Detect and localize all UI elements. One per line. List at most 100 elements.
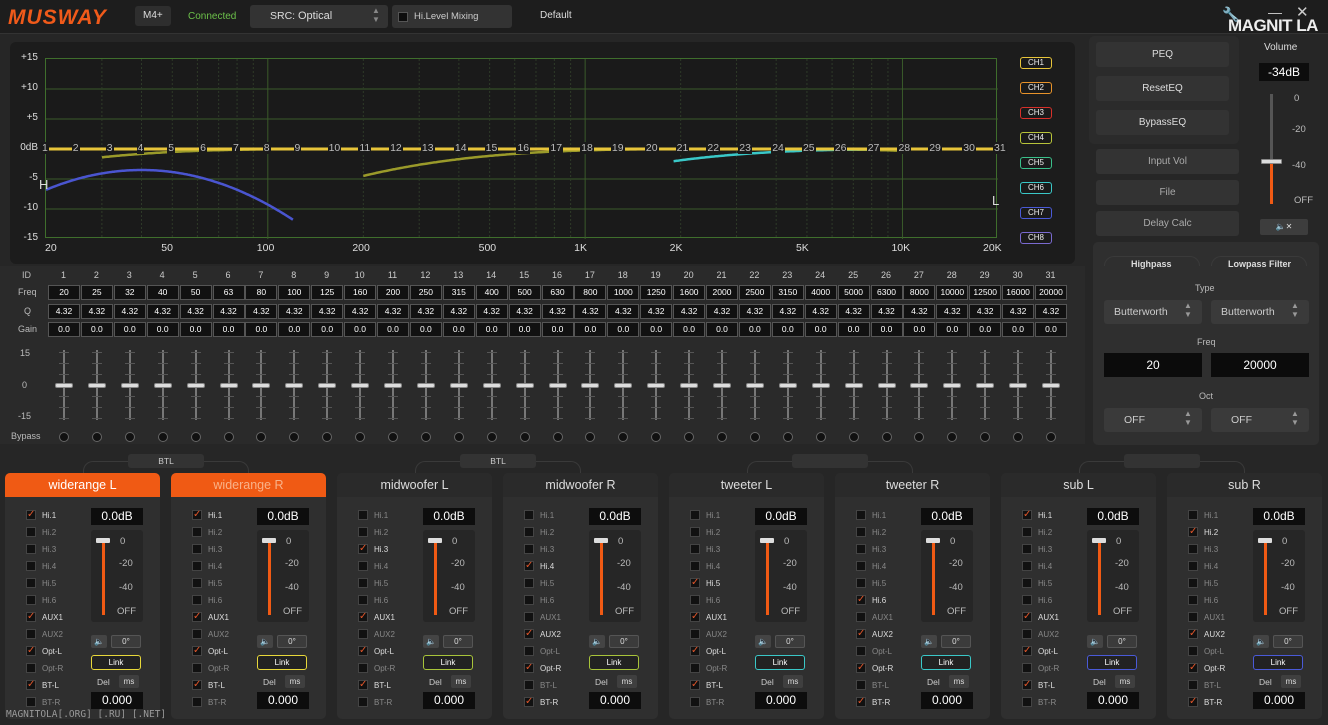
band-marker[interactable]: 10 <box>327 142 342 154</box>
band-q-input[interactable]: 4.32 <box>903 304 936 319</box>
fader-knob[interactable] <box>1042 383 1060 388</box>
input-mix-checkbox[interactable]: ✓ <box>856 629 866 639</box>
channel-toggle-ch7[interactable]: CH7 <box>1020 207 1052 219</box>
band-gain-fader[interactable] <box>246 350 276 420</box>
phase-button[interactable]: 0° <box>277 635 307 648</box>
input-mix-checkbox[interactable] <box>856 680 866 690</box>
channel-volume-slider[interactable]: 0 -20 -40 OFF <box>423 530 475 622</box>
phase-button[interactable]: 0° <box>1273 635 1303 648</box>
band-gain-input[interactable]: 0.0 <box>607 322 640 337</box>
band-gain-input[interactable]: 0.0 <box>245 322 278 337</box>
input-mix-checkbox[interactable] <box>856 612 866 622</box>
input-mix-checkbox[interactable]: ✓ <box>192 612 202 622</box>
input-mix-checkbox[interactable] <box>524 510 534 520</box>
band-marker[interactable]: 20 <box>644 142 659 154</box>
fader-knob[interactable] <box>778 383 797 388</box>
channel-volume-slider[interactable]: 0 -20 -40 OFF <box>589 530 641 622</box>
delay-unit-button[interactable]: ms <box>1115 675 1135 688</box>
volume-slider[interactable] <box>1261 94 1282 204</box>
band-bypass-toggle[interactable] <box>1013 432 1024 442</box>
band-gain-input[interactable]: 0.0 <box>574 322 607 337</box>
input-mix-checkbox[interactable]: ✓ <box>1022 612 1032 622</box>
band-gain-input[interactable]: 0.0 <box>903 322 936 337</box>
input-mix-checkbox[interactable]: ✓ <box>192 680 202 690</box>
input-mix-checkbox[interactable] <box>1188 595 1198 605</box>
input-mix-checkbox[interactable] <box>26 697 36 707</box>
channel-gain-value[interactable]: 0.0dB <box>589 508 641 525</box>
fader-knob[interactable] <box>844 383 863 388</box>
band-gain-input[interactable]: 0.0 <box>311 322 344 337</box>
band-gain-fader[interactable] <box>510 350 540 420</box>
band-marker[interactable]: 17 <box>549 142 564 154</box>
channel-toggle-ch5[interactable]: CH5 <box>1020 157 1052 169</box>
band-q-input[interactable]: 4.32 <box>837 304 870 319</box>
band-bypass-toggle[interactable] <box>289 432 300 442</box>
volume-knob[interactable] <box>96 538 110 543</box>
band-bypass-toggle[interactable] <box>355 432 366 442</box>
channel-toggle-ch4[interactable]: CH4 <box>1020 132 1052 144</box>
band-q-input[interactable]: 4.32 <box>804 304 837 319</box>
input-mix-checkbox[interactable] <box>690 595 700 605</box>
channel-gain-value[interactable]: 0.0dB <box>1087 508 1139 525</box>
channel-volume-slider[interactable]: 0 -20 -40 OFF <box>257 530 309 622</box>
input-mix-checkbox[interactable] <box>524 680 534 690</box>
band-q-input[interactable]: 4.32 <box>80 304 113 319</box>
fader-knob[interactable] <box>811 383 830 388</box>
band-q-input[interactable]: 4.32 <box>738 304 771 319</box>
band-gain-fader[interactable] <box>214 350 244 420</box>
fader-knob[interactable] <box>976 383 995 388</box>
fader-knob[interactable] <box>482 383 501 388</box>
link-button[interactable]: Link <box>755 655 805 670</box>
band-gain-fader[interactable] <box>1036 350 1066 420</box>
band-freq-input[interactable]: 250 <box>409 285 442 300</box>
band-marker[interactable]: 11 <box>358 142 372 154</box>
band-bypass-toggle[interactable] <box>486 432 497 442</box>
input-mix-checkbox[interactable] <box>192 527 202 537</box>
input-mix-checkbox[interactable] <box>358 663 368 673</box>
band-freq-input[interactable]: 160 <box>344 285 377 300</box>
link-mode-button[interactable] <box>792 454 868 468</box>
band-gain-input[interactable]: 0.0 <box>179 322 212 337</box>
band-gain-fader[interactable] <box>937 350 967 420</box>
band-gain-input[interactable]: 0.0 <box>771 322 804 337</box>
fader-knob[interactable] <box>713 383 731 388</box>
input-mix-checkbox[interactable]: ✓ <box>1022 680 1032 690</box>
band-q-input[interactable]: 4.32 <box>640 304 673 319</box>
band-bypass-toggle[interactable] <box>651 432 662 442</box>
input-mix-checkbox[interactable]: ✓ <box>358 680 368 690</box>
band-marker[interactable]: 12 <box>389 142 403 154</box>
link-button[interactable]: Link <box>1087 655 1137 670</box>
band-bypass-toggle[interactable] <box>848 432 859 442</box>
input-mix-checkbox[interactable] <box>1022 697 1032 707</box>
band-marker[interactable]: 25 <box>801 142 816 154</box>
input-mix-checkbox[interactable] <box>1188 680 1198 690</box>
input-mix-checkbox[interactable] <box>192 697 202 707</box>
channel-mute-button[interactable]: 🔈 <box>91 635 107 648</box>
channel-name-button[interactable]: sub R <box>1167 473 1322 497</box>
band-freq-input[interactable]: 80 <box>245 285 278 300</box>
band-gain-input[interactable]: 0.0 <box>377 322 409 337</box>
input-mix-checkbox[interactable] <box>192 544 202 554</box>
fader-knob[interactable] <box>55 383 73 388</box>
channel-gain-value[interactable]: 0.0dB <box>423 508 475 525</box>
input-mix-checkbox[interactable] <box>358 510 368 520</box>
band-marker[interactable]: 30 <box>962 142 976 154</box>
band-freq-input[interactable]: 800 <box>574 285 607 300</box>
band-gain-input[interactable]: 0.0 <box>508 322 541 337</box>
band-bypass-toggle[interactable] <box>256 432 267 442</box>
band-gain-input[interactable]: 0.0 <box>475 322 508 337</box>
link-button[interactable]: Link <box>589 655 639 670</box>
band-gain-fader[interactable] <box>904 350 934 420</box>
delay-unit-button[interactable]: ms <box>451 675 471 688</box>
band-freq-input[interactable]: 3150 <box>771 285 804 300</box>
channel-name-button[interactable]: tweeter R <box>835 473 990 497</box>
channel-mute-button[interactable]: 🔈 <box>921 635 937 648</box>
band-marker[interactable]: 26 <box>833 142 848 154</box>
channel-volume-slider[interactable]: 0 -20 -40 OFF <box>1253 530 1305 622</box>
band-marker[interactable]: 2 <box>71 142 80 154</box>
delay-calc-button[interactable]: Delay Calc <box>1096 211 1239 236</box>
channel-gain-value[interactable]: 0.0dB <box>921 508 973 525</box>
input-mix-checkbox[interactable] <box>1188 646 1198 656</box>
input-mix-checkbox[interactable]: ✓ <box>690 612 700 622</box>
channel-gain-value[interactable]: 0.0dB <box>755 508 807 525</box>
